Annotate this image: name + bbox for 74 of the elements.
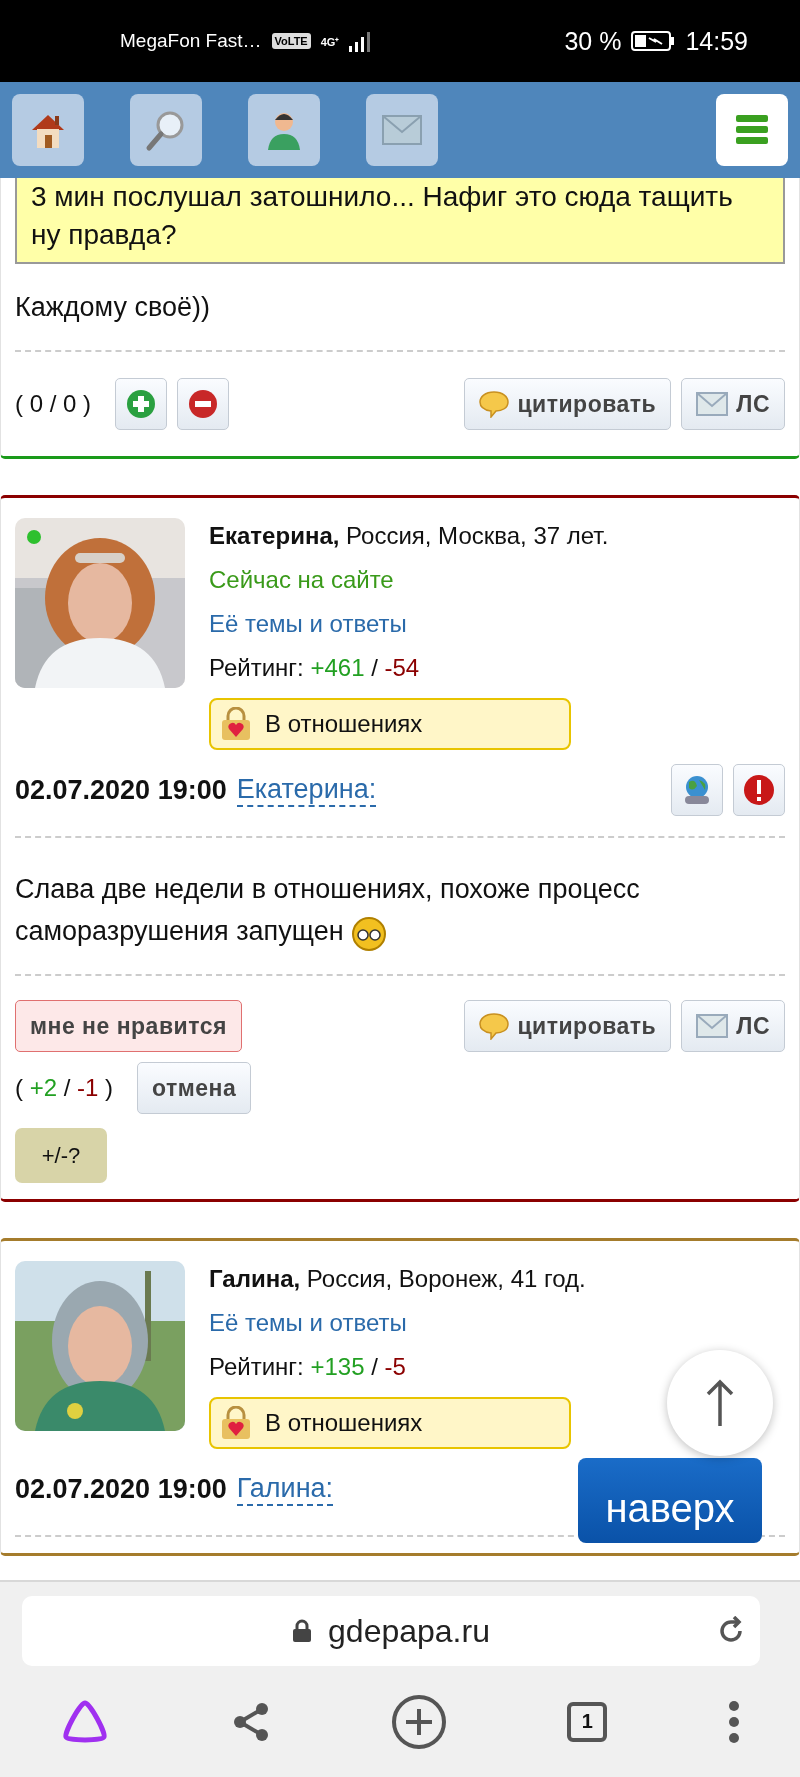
- message-button[interactable]: ЛС: [681, 1000, 785, 1052]
- minus-icon: [188, 389, 219, 419]
- speech-bubble-icon: [479, 1012, 510, 1040]
- scroll-top-button[interactable]: наверх: [578, 1458, 762, 1543]
- battery-icon: [631, 30, 676, 52]
- message-button[interactable]: ЛС: [681, 378, 785, 430]
- rating-plus: +461: [310, 654, 365, 681]
- author-info: Екатерина, Россия, Москва, 37 лет.: [209, 521, 609, 551]
- post-text-line: саморазрушения запущен: [15, 916, 344, 946]
- quoted-text: 3 мин послушал затошнило... Нафиг это сюда тащить ну правда?: [15, 178, 785, 264]
- envelope-icon: [696, 1014, 729, 1038]
- new-tab-button[interactable]: [390, 1693, 447, 1750]
- up-arrow-icon: [705, 1378, 735, 1428]
- rating-label: Рейтинг:: [209, 654, 304, 681]
- score-separator: /: [63, 1074, 71, 1101]
- more-icon: [727, 1699, 740, 1744]
- rating-plus: +135: [310, 1353, 365, 1380]
- lock-icon: [292, 1619, 313, 1643]
- online-status: Сейчас на сайте: [209, 565, 395, 595]
- report-button[interactable]: [733, 764, 785, 816]
- carrier-name: MegaFon Fast…: [120, 30, 262, 52]
- cancel-button[interactable]: отмена: [137, 1062, 252, 1114]
- rating-minus: -5: [384, 1353, 406, 1380]
- rating-label: Рейтинг:: [209, 1353, 304, 1380]
- rating-minus: -54: [384, 654, 420, 681]
- speech-bubble-icon: [479, 390, 510, 418]
- menu-icon: [736, 115, 768, 145]
- toolbar-button[interactable]: [12, 94, 84, 166]
- battery-percent: 30 %: [564, 26, 622, 56]
- author-link[interactable]: Екатерина:: [236, 773, 377, 807]
- smiley-icon: [349, 914, 388, 951]
- post-date: 02.07.2020 19:00: [15, 1473, 227, 1505]
- help-button[interactable]: +/-?: [15, 1128, 107, 1183]
- url-text: gdepapa.ru: [328, 1612, 490, 1650]
- network-type: 4G⁺: [320, 34, 340, 49]
- author-info: Галина, Россия, Воронеж, 41 год.: [209, 1264, 586, 1294]
- topics-link[interactable]: Её темы и ответы: [209, 1301, 407, 1345]
- toolbar-button[interactable]: [248, 94, 320, 166]
- toolbar-button[interactable]: [130, 94, 202, 166]
- scroll-up-button[interactable]: [667, 1350, 773, 1456]
- upvote-button[interactable]: [115, 378, 168, 430]
- score-bracket: (: [15, 1074, 23, 1101]
- menu-button[interactable]: [716, 94, 788, 166]
- rating-separator: /: [371, 1353, 378, 1380]
- badge-label: В отношениях: [265, 709, 423, 739]
- downvote-button[interactable]: [177, 378, 230, 430]
- lock-heart-icon: [221, 707, 251, 741]
- quote-button[interactable]: цитировать: [464, 378, 672, 430]
- user-icon: [266, 110, 302, 150]
- rating-separator: /: [371, 654, 378, 681]
- score-plus: +2: [29, 1074, 58, 1101]
- post-text-line: Слава две недели в отношениях, похоже процесс: [15, 874, 640, 904]
- dislike-button[interactable]: мне не нравится: [15, 1000, 242, 1052]
- envelope-icon: [696, 392, 729, 416]
- score-minus: -1: [77, 1074, 99, 1101]
- plus-circle-icon: [390, 1693, 447, 1750]
- post-text: Каждому своё)): [15, 292, 210, 322]
- quote-button[interactable]: цитировать: [464, 1000, 672, 1052]
- post-date: 02.07.2020 19:00: [15, 774, 227, 806]
- author-link[interactable]: Галина:: [236, 1472, 334, 1506]
- exclamation-icon: [743, 774, 775, 806]
- mail-icon: [382, 115, 422, 145]
- link-button[interactable]: [671, 764, 723, 816]
- topics-link[interactable]: Её темы и ответы: [209, 602, 407, 646]
- volte-indicator: VoLTE: [271, 33, 311, 49]
- score-bracket: ): [105, 1074, 114, 1101]
- plus-icon: [126, 389, 157, 419]
- badge-label: В отношениях: [265, 1408, 423, 1438]
- address-bar[interactable]: gdepapa.ru: [22, 1596, 760, 1666]
- more-button[interactable]: [727, 1699, 740, 1744]
- tabs-button[interactable]: 1: [567, 1701, 608, 1742]
- lock-heart-icon: [221, 1406, 251, 1440]
- clock: 14:59: [685, 26, 748, 56]
- vote-score: ( 0 / 0 ): [15, 390, 92, 418]
